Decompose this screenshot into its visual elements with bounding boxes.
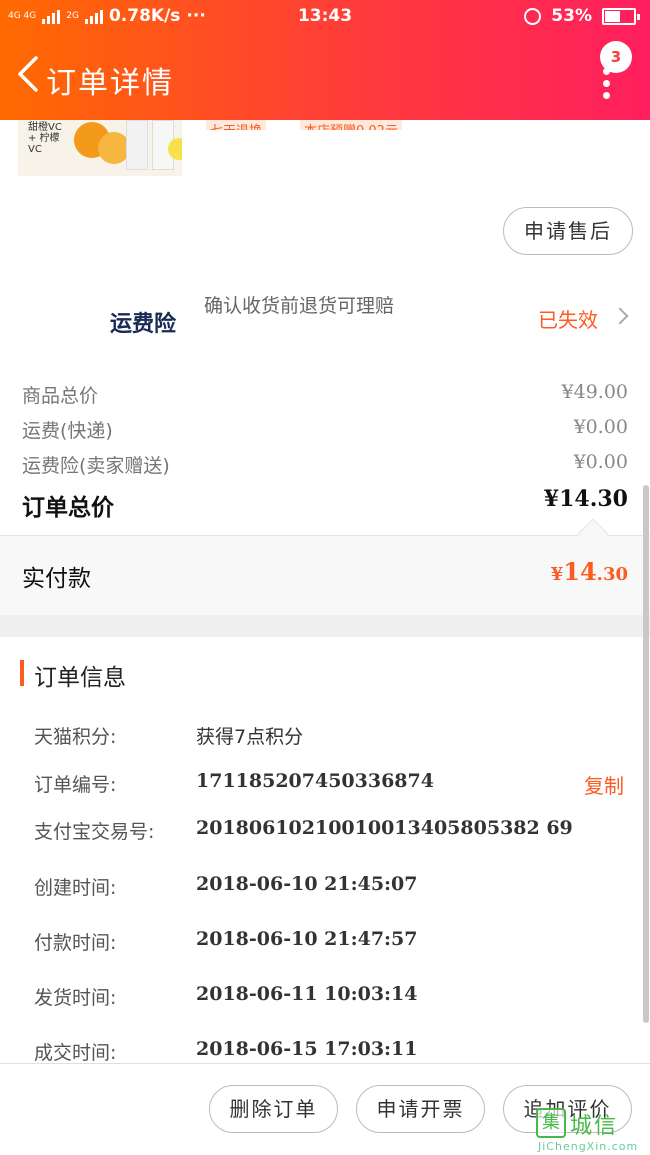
info-label-paid: 付款时间: [34, 932, 117, 954]
watermark-logo: 集 [536, 1108, 566, 1138]
info-label-order-number: 订单编号: [34, 774, 117, 796]
info-label-completed: 成交时间: [34, 1042, 117, 1064]
insurance-label: 运费险 [110, 312, 177, 337]
product-thumbnail[interactable]: 甜橙VC + 柠檬VC [18, 120, 182, 176]
insurance-description: 确认收货前退货可理赔 [204, 295, 395, 317]
more-menu-icon[interactable] [603, 68, 611, 99]
goods-total-value: ¥49.00 [561, 381, 628, 403]
order-total-value: ¥14.30 [543, 486, 628, 512]
info-label-created: 创建时间: [34, 877, 117, 899]
nav-bar: 订单详情 3 [0, 40, 650, 116]
insurance-fee-label: 运费险(卖家赠送) [22, 455, 170, 477]
info-value-shipped: 2018-06-11 10:03:14 [196, 983, 418, 1005]
info-label-points: 天猫积分: [34, 726, 117, 748]
scrollbar[interactable] [643, 485, 649, 1023]
info-value-completed: 2018-06-15 17:03:11 [196, 1038, 418, 1060]
delete-order-button[interactable]: 删除订单 [209, 1085, 338, 1133]
apply-invoice-button[interactable]: 申请开票 [356, 1085, 485, 1133]
page-title: 订单详情 [46, 66, 174, 101]
watermark-url: JiChengXin.com [538, 1140, 639, 1153]
watermark-name: 城信 [570, 1114, 619, 1139]
app-header: 4G 4G 2G 0.78K/s ··· 13:43 53% 订单详情 3 [0, 0, 650, 120]
insurance-status: 已失效 [538, 308, 598, 332]
actual-paid-integer: 14 [563, 557, 597, 586]
back-arrow-icon[interactable] [14, 54, 44, 94]
shipping-fee-value: ¥0.00 [573, 416, 628, 438]
product-image-caption: 甜橙VC + 柠檬VC [28, 122, 62, 155]
status-bar: 4G 4G 2G 0.78K/s ··· 13:43 53% [0, 0, 650, 34]
promo-tag-returns: 七天退换 [206, 120, 267, 130]
info-value-created: 2018-06-10 21:45:07 [196, 873, 418, 895]
section-divider [0, 615, 650, 637]
alarm-clock-icon [524, 7, 542, 25]
info-value-points: 获得7点积分 [196, 726, 304, 748]
actual-paid-label: 实付款 [22, 566, 91, 592]
chevron-right-icon [611, 307, 629, 325]
promo-tag-gift: 本店预赠0.02元 [300, 120, 402, 130]
insurance-fee-value: ¥0.00 [573, 451, 628, 473]
battery-percent: 53% [551, 6, 592, 26]
site-watermark: 集 城信 JiChengXin.com [532, 1102, 650, 1155]
info-value-order-number: 171185207450336874 [196, 770, 434, 792]
copy-order-number-button[interactable]: 复制 [584, 770, 624, 799]
order-total-label: 订单总价 [22, 495, 114, 521]
apply-after-sale-button[interactable]: 申请售后 [503, 207, 633, 255]
info-label-alipay-number: 支付宝交易号: [34, 821, 155, 843]
order-info-title: 订单信息 [34, 665, 126, 691]
bottle-graphic [126, 120, 148, 170]
actual-paid-currency: ¥ [550, 564, 564, 585]
shipping-fee-label: 运费(快递) [22, 420, 113, 442]
info-value-paid: 2018-06-10 21:47:57 [196, 928, 418, 950]
info-value-alipay-number: 20180610210010013405805382 69 [196, 817, 573, 839]
actual-paid-value: ¥14.30 [551, 557, 628, 586]
goods-total-label: 商品总价 [22, 385, 99, 407]
battery-icon [602, 7, 640, 25]
status-right: 53% [524, 6, 640, 26]
actual-paid-decimal: .30 [596, 564, 628, 585]
section-accent-bar [20, 660, 24, 686]
info-label-shipped: 发货时间: [34, 987, 117, 1009]
